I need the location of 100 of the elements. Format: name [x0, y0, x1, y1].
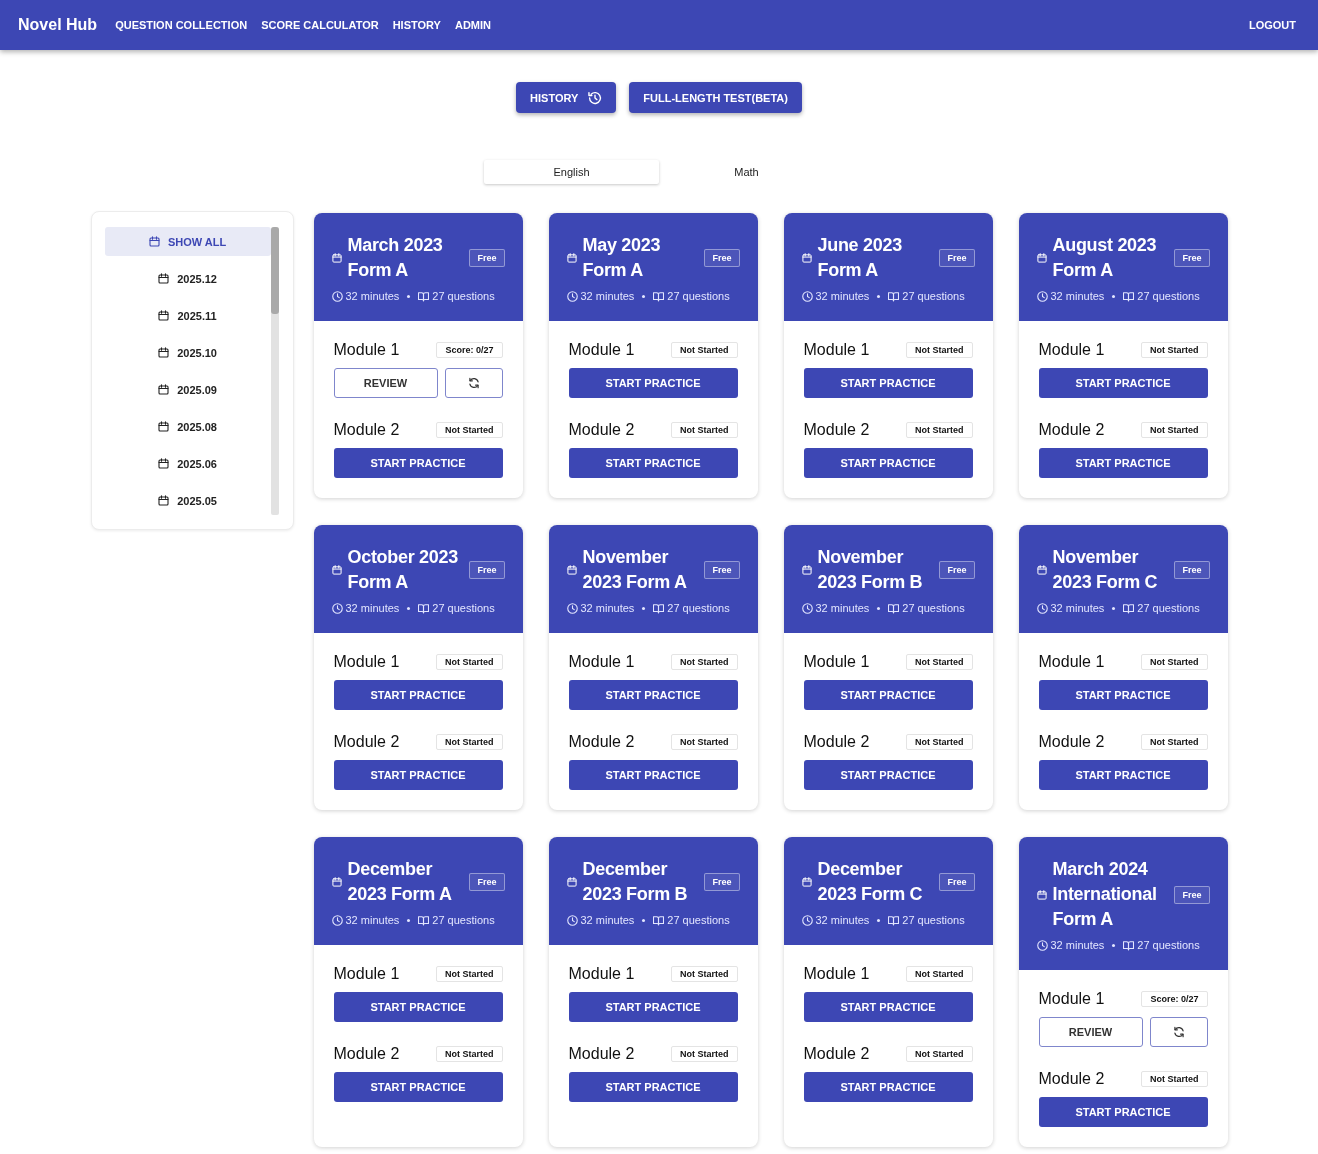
start-practice-button[interactable]: START PRACTICE [568, 760, 738, 790]
module-title: Module 1 [568, 965, 635, 983]
plan-badge: Free [704, 873, 740, 891]
module-title: Module 2 [568, 733, 635, 751]
status-badge: Not Started [671, 1046, 738, 1062]
book-icon [1123, 602, 1135, 614]
start-practice-button[interactable]: START PRACTICE [1038, 1097, 1208, 1127]
start-practice-button[interactable]: START PRACTICE [568, 448, 738, 478]
start-practice-button[interactable]: START PRACTICE [1038, 760, 1208, 790]
book-icon [1123, 290, 1135, 302]
date-filter-item[interactable]: 2025.11 [104, 301, 271, 330]
plan-badge: Free [939, 873, 975, 891]
status-badge: Not Started [671, 654, 738, 670]
refresh-icon [1172, 1026, 1185, 1038]
status-badge: Not Started [1141, 422, 1208, 438]
start-practice-button[interactable]: START PRACTICE [803, 992, 973, 1022]
test-title: March 2023 Form A [347, 234, 444, 282]
calendar-icon [158, 310, 170, 321]
clock-icon [1036, 290, 1048, 302]
start-practice-button[interactable]: START PRACTICE [333, 680, 503, 710]
retry-button[interactable] [444, 368, 503, 398]
duration-text: 32 minutes [1050, 602, 1105, 614]
duration-text: 32 minutes [345, 290, 400, 302]
module-title: Module 2 [803, 1045, 870, 1063]
start-practice-button[interactable]: START PRACTICE [803, 680, 973, 710]
date-filter-item[interactable]: 2025.06 [104, 449, 271, 478]
start-practice-button[interactable]: START PRACTICE [333, 1072, 503, 1102]
question-count-text: 27 questions [902, 914, 965, 926]
logout-link[interactable]: LOGOUT [1248, 19, 1296, 31]
duration-text: 32 minutes [815, 602, 870, 614]
nav-link[interactable]: SCORE CALCULATOR [261, 19, 379, 31]
clock-icon [566, 290, 578, 302]
plan-badge: Free [1174, 561, 1210, 579]
start-practice-button[interactable]: START PRACTICE [333, 448, 503, 478]
date-filter-item[interactable]: 2025.09 [104, 375, 271, 404]
start-practice-button[interactable]: START PRACTICE [803, 760, 973, 790]
clock-icon [801, 602, 813, 614]
module-title: Module 1 [333, 965, 400, 983]
calendar-icon [801, 253, 812, 263]
nav-link[interactable]: ADMIN [454, 19, 492, 31]
status-badge: Not Started [671, 422, 738, 438]
date-filter-item[interactable]: 2025.12 [104, 264, 271, 293]
duration-text: 32 minutes [580, 290, 635, 302]
clock-icon [566, 914, 578, 926]
start-practice-button[interactable]: START PRACTICE [333, 992, 503, 1022]
calendar-icon [1036, 253, 1047, 263]
test-title: June 2023 Form A [817, 234, 903, 282]
start-practice-button[interactable]: START PRACTICE [568, 680, 738, 710]
nav-link[interactable]: HISTORY [392, 19, 441, 31]
calendar-icon [148, 236, 160, 247]
start-practice-button[interactable]: START PRACTICE [1038, 448, 1208, 478]
start-practice-button[interactable]: START PRACTICE [333, 760, 503, 790]
date-filter-item[interactable]: 2025.05 [104, 486, 271, 515]
separator-dot-icon [407, 606, 411, 610]
date-filter-item[interactable]: 2025.10 [104, 338, 271, 367]
start-practice-button[interactable]: START PRACTICE [568, 992, 738, 1022]
module-title: Module 2 [568, 1045, 635, 1063]
start-practice-button[interactable]: START PRACTICE [1038, 368, 1208, 398]
review-button[interactable]: REVIEW [1038, 1017, 1143, 1047]
calendar-icon [158, 495, 170, 506]
subject-tab[interactable]: Math [659, 160, 834, 184]
duration-text: 32 minutes [815, 290, 870, 302]
test-title: November 2023 Form C [1052, 546, 1159, 594]
clock-icon [1036, 939, 1048, 951]
plan-badge: Free [939, 249, 975, 267]
status-badge: Not Started [436, 966, 503, 982]
nav-link[interactable]: QUESTION COLLECTION [115, 19, 248, 31]
status-badge: Not Started [436, 422, 503, 438]
start-practice-button[interactable]: START PRACTICE [568, 368, 738, 398]
status-badge: Not Started [671, 342, 738, 358]
module-title: Module 2 [1038, 1070, 1105, 1088]
separator-dot-icon [407, 918, 411, 922]
full-length-test-button[interactable]: FULL-LENGTH TEST(BETA) [629, 82, 802, 113]
start-practice-button[interactable]: START PRACTICE [803, 368, 973, 398]
question-count-text: 27 questions [667, 602, 730, 614]
date-filter-item[interactable]: 2025.08 [104, 412, 271, 441]
scrollbar-thumb[interactable] [270, 227, 279, 314]
clock-icon [331, 602, 343, 614]
duration-text: 32 minutes [580, 602, 635, 614]
plan-badge: Free [704, 249, 740, 267]
status-badge: Not Started [436, 654, 503, 670]
history-button[interactable]: HISTORY [516, 82, 617, 113]
retry-button[interactable] [1149, 1017, 1208, 1047]
start-practice-button[interactable]: START PRACTICE [1038, 680, 1208, 710]
module-title: Module 1 [568, 653, 635, 671]
subject-tab[interactable]: English [484, 160, 659, 184]
start-practice-button[interactable]: START PRACTICE [803, 448, 973, 478]
duration-text: 32 minutes [345, 602, 400, 614]
date-filter-item[interactable]: SHOW ALL [104, 227, 271, 256]
start-practice-button[interactable]: START PRACTICE [803, 1072, 973, 1102]
calendar-icon [1036, 889, 1047, 900]
question-count-text: 27 questions [432, 290, 495, 302]
question-count-text: 27 questions [902, 602, 965, 614]
book-icon [888, 602, 900, 614]
module-title: Module 1 [803, 653, 870, 671]
clock-icon [566, 602, 578, 614]
book-icon [653, 290, 665, 302]
review-button[interactable]: REVIEW [333, 368, 438, 398]
separator-dot-icon [642, 918, 646, 922]
start-practice-button[interactable]: START PRACTICE [568, 1072, 738, 1102]
